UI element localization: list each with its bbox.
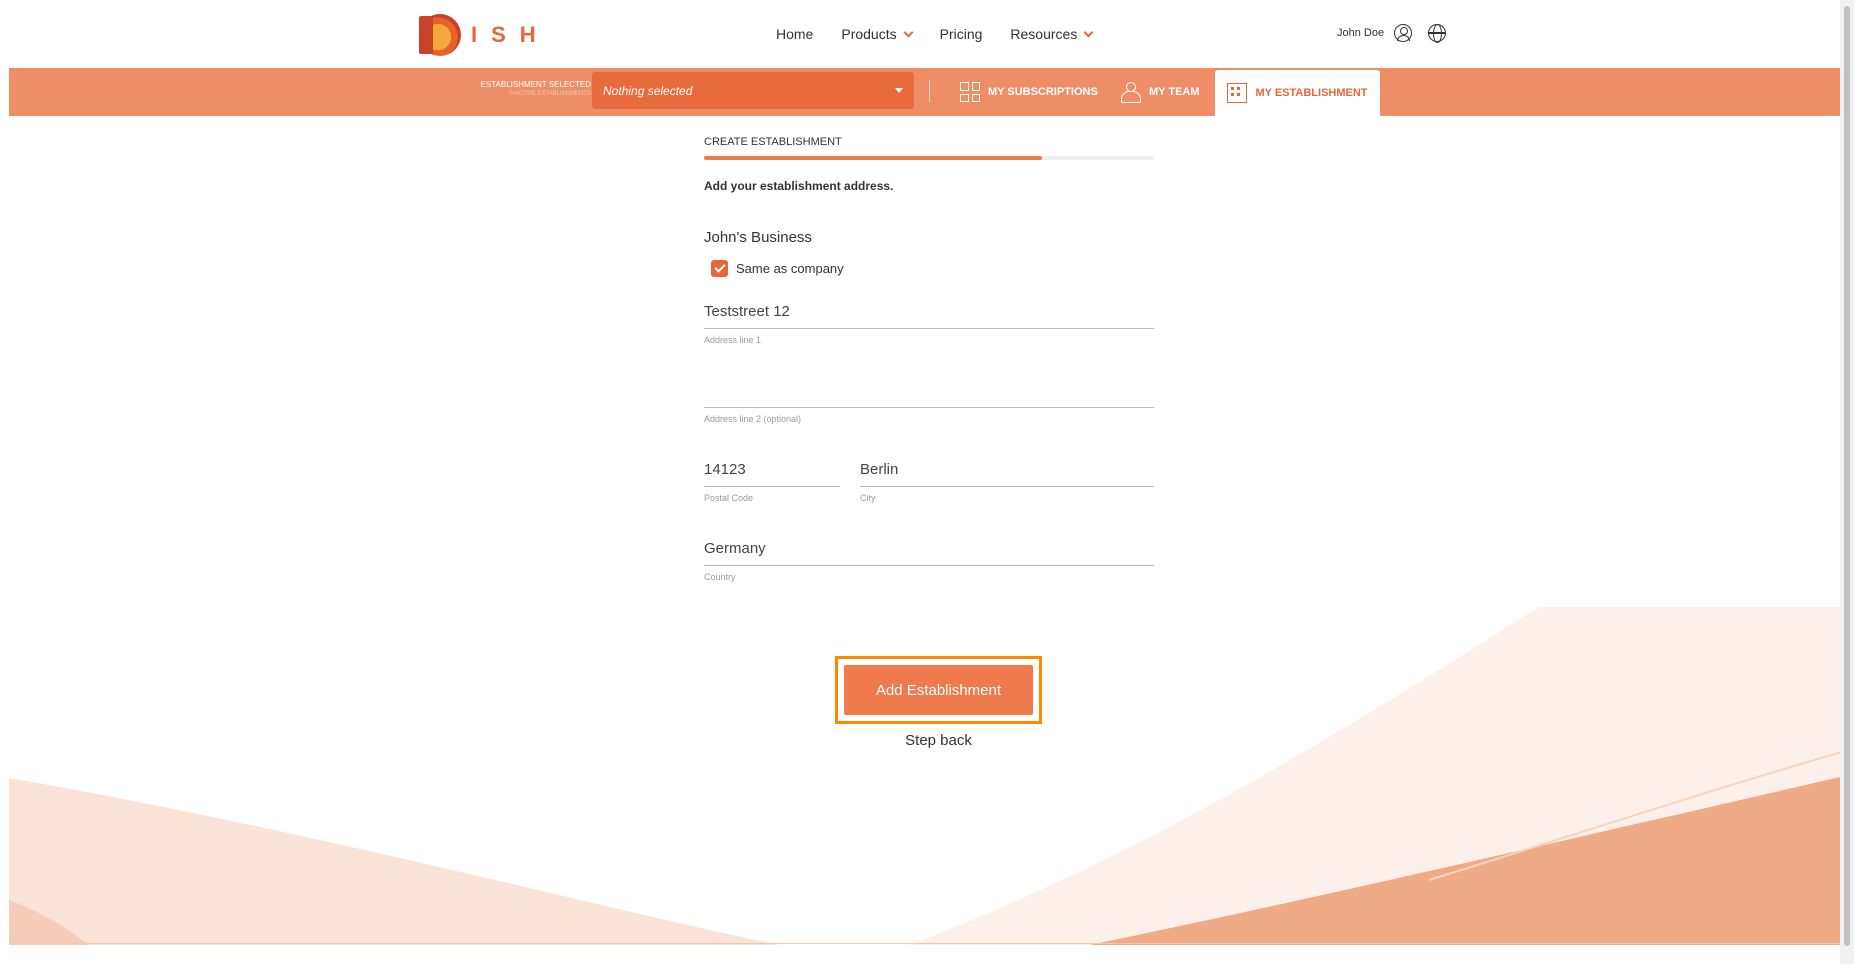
dish-logo[interactable]: ISH: [419, 14, 550, 56]
building-icon: [1227, 83, 1248, 103]
address-line1-label: Address line 1: [704, 335, 762, 345]
step-title: CREATE ESTABLISHMENT: [704, 136, 842, 148]
nav-pricing[interactable]: Pricing: [940, 26, 983, 42]
same-as-company-checkbox-row[interactable]: Same as company: [711, 260, 1154, 277]
user-account-icon[interactable]: [1394, 24, 1413, 42]
establishment-bar: ESTABLISHMENT SELECTED 0 ACTIVE ESTABLIS…: [9, 68, 1849, 116]
logo-text: ISH: [471, 22, 550, 47]
tab-my-establishment-label: MY ESTABLISHMENT: [1255, 87, 1368, 99]
page: ISH Home Products Pricing Resources John…: [9, 0, 1849, 964]
add-establishment-highlight: Add Establishment: [835, 656, 1042, 724]
main-nav: Home Products Pricing Resources: [776, 26, 1094, 42]
address-line2-input[interactable]: [704, 378, 1154, 408]
progress-fill: [704, 156, 1042, 160]
nav-products-label: Products: [841, 26, 897, 42]
divider: [929, 80, 930, 102]
same-as-company-label: Same as company: [736, 261, 844, 276]
company-name: John's Business: [704, 229, 812, 246]
scrollbar[interactable]: [1840, 0, 1854, 964]
address-line1-input[interactable]: Teststreet 12: [704, 299, 1154, 329]
caret-down-icon: [895, 88, 903, 93]
add-establishment-button[interactable]: Add Establishment: [844, 665, 1033, 715]
address-line2-label: Address line 2 (optional): [704, 414, 802, 424]
nav-home[interactable]: Home: [776, 26, 813, 42]
globe-icon[interactable]: [1428, 24, 1447, 43]
instruction-text: Add your establishment address.: [704, 179, 894, 193]
city-input[interactable]: Berlin: [860, 457, 1154, 487]
nav-products[interactable]: Products: [841, 26, 914, 42]
create-establishment-form: CREATE ESTABLISHMENT Add your establishm…: [704, 130, 1154, 582]
add-establishment-label: Add Establishment: [875, 681, 1002, 699]
establishment-label: ESTABLISHMENT SELECTED: [480, 80, 591, 89]
scrollbar-thumb[interactable]: [1844, 6, 1850, 946]
tab-my-subscriptions[interactable]: MY SUBSCRIPTIONS: [960, 68, 1098, 116]
postal-code-label: Postal Code: [704, 493, 754, 503]
progress-bar: [704, 156, 1154, 160]
footer-border: [9, 943, 1849, 944]
establishment-selected-label: ESTABLISHMENT SELECTED 0 ACTIVE ESTABLIS…: [477, 80, 591, 97]
decorative-waves: [9, 607, 1849, 945]
nav-resources[interactable]: Resources: [1010, 26, 1094, 42]
tab-my-team[interactable]: MY TEAM: [1121, 68, 1200, 116]
nav-home-label: Home: [776, 26, 814, 42]
tab-my-team-label: MY TEAM: [1149, 86, 1200, 98]
country-label: Country: [704, 572, 736, 582]
user-area: John Doe: [1337, 24, 1447, 43]
top-navigation: ISH Home Products Pricing Resources John…: [9, 0, 1849, 68]
step-back-link[interactable]: Step back: [835, 732, 1042, 749]
nav-resources-label: Resources: [1010, 26, 1078, 42]
country-input[interactable]: Germany: [704, 536, 1154, 566]
chevron-down-icon: [903, 27, 914, 37]
user-name[interactable]: John Doe: [1337, 27, 1384, 39]
tab-my-subscriptions-label: MY SUBSCRIPTIONS: [988, 86, 1098, 98]
team-icon: [1121, 82, 1141, 103]
same-as-company-checkbox[interactable]: [711, 260, 728, 277]
establishment-select[interactable]: Nothing selected: [592, 72, 914, 109]
chevron-down-icon: [1083, 27, 1094, 37]
logo-mark-icon: [419, 14, 461, 56]
active-establishments-count: 0 ACTIVE ESTABLISHMENTS: [509, 91, 591, 97]
tab-my-establishment[interactable]: MY ESTABLISHMENT: [1215, 70, 1380, 116]
city-label: City: [860, 493, 876, 503]
nav-pricing-label: Pricing: [939, 26, 983, 42]
establishment-select-value: Nothing selected: [603, 83, 693, 98]
postal-code-input[interactable]: 14123: [704, 457, 840, 487]
grid-icon: [960, 82, 980, 102]
